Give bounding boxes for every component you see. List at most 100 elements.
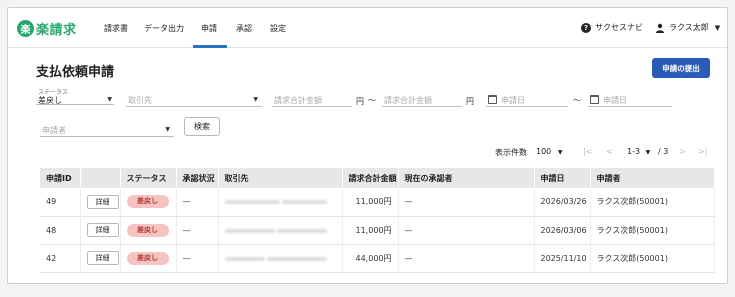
chevron-down-icon: ▼ — [253, 96, 258, 103]
cell-amount: 11,000円 — [342, 188, 399, 217]
chevron-down-icon: ▼ — [557, 149, 563, 156]
status-badge: 差戻し — [126, 251, 169, 265]
per-page-value: 100 — [536, 147, 552, 156]
chevron-down-icon: ▼ — [645, 149, 651, 156]
redacted-text — [282, 200, 328, 205]
submit-application-button[interactable]: 申請の提出 — [652, 58, 710, 78]
logo-mark: 楽 — [17, 20, 34, 37]
status-value: 差戻し — [38, 96, 62, 105]
top-navbar: 楽 楽請求 請求書 データ出力 申請 承認 設定 ? サクセスナビ ラクス太郎 … — [8, 8, 727, 48]
col-header-partner[interactable]: 取引先 — [218, 168, 343, 188]
col-header-amount[interactable]: 請求合計金額 — [342, 168, 399, 188]
redacted-text — [224, 228, 275, 233]
nav-item-application[interactable]: 申請 — [201, 23, 217, 34]
amount-range-separator: 〜 — [368, 96, 376, 105]
cell-date: 2026/03/26 — [534, 188, 591, 217]
status-badge: 差戻し — [126, 223, 169, 237]
cell-applicant: ラクス次郎(50001) — [590, 216, 715, 245]
first-page-button[interactable]: |< — [583, 147, 592, 156]
app-frame: 楽 楽請求 請求書 データ出力 申請 承認 設定 ? サクセスナビ ラクス太郎 … — [7, 7, 728, 284]
table-header-row: 申請ID ステータス 承認状況 取引先 請求合計金額 現在の承認者 申請日 申請… — [40, 168, 715, 188]
cell-partner-redacted — [218, 216, 343, 245]
amount-to-input[interactable]: 請求合計金額 — [382, 92, 462, 107]
logo-text: 楽請求 — [36, 23, 77, 38]
nav-item-invoices[interactable]: 請求書 — [104, 23, 128, 34]
active-tab-indicator — [193, 45, 227, 48]
prev-page-button[interactable]: < — [606, 147, 613, 156]
date-to-input[interactable]: 申請日 — [588, 92, 672, 107]
cell-applicant: ラクス次郎(50001) — [590, 188, 715, 217]
redacted-text — [224, 200, 280, 205]
redacted-text — [267, 256, 328, 261]
date-to-placeholder: 申請日 — [603, 96, 627, 105]
partner-select[interactable]: 取引先 ▼ — [126, 92, 262, 107]
search-button[interactable]: 検索 — [184, 117, 220, 136]
chevron-down-icon: ▼ — [107, 96, 112, 103]
cell-partner-redacted — [218, 244, 343, 273]
page-range: 1-3 — [627, 147, 641, 156]
col-header-date[interactable]: 申請日 — [534, 168, 591, 188]
page-title: 支払依頼申請 — [36, 65, 115, 80]
amount-unit-from: 円 — [356, 97, 364, 106]
next-page-button[interactable]: > — [679, 147, 686, 156]
last-page-button[interactable]: >| — [698, 147, 707, 156]
date-from-input[interactable]: 申請日 — [486, 92, 568, 107]
table-row: 48 詳細 差戻し — 11,000円 — 2026/03/06 ラクス次郎(5… — [40, 216, 715, 245]
cell-date: 2026/03/06 — [534, 216, 591, 245]
cell-approval: — — [176, 216, 219, 245]
per-page-label: 表示件数 — [495, 148, 527, 157]
nav-item-data-export[interactable]: データ出力 — [144, 23, 184, 34]
cell-approval: — — [176, 188, 219, 217]
detail-button[interactable]: 詳細 — [86, 194, 119, 209]
applications-table: 申請ID ステータス 承認状況 取引先 請求合計金額 現在の承認者 申請日 申請… — [40, 168, 715, 273]
col-header-approver[interactable]: 現在の承認者 — [398, 168, 535, 188]
applicant-placeholder: 申請者 — [42, 126, 66, 135]
applicant-select[interactable]: 申請者 ▼ — [40, 122, 174, 137]
status-select[interactable]: ステータス 差戻し ▼ — [36, 89, 114, 105]
help-icon: ? — [581, 22, 591, 33]
amount-to-placeholder: 請求合計金額 — [384, 96, 432, 105]
amount-from-input[interactable]: 請求合計金額 — [272, 92, 352, 107]
cell-amount: 44,000円 — [342, 244, 399, 273]
cell-approver: — — [398, 244, 535, 273]
col-header-status[interactable]: ステータス — [120, 168, 177, 188]
cell-id: 48 — [40, 216, 81, 245]
success-navi-link[interactable]: ? サクセスナビ — [581, 22, 643, 33]
cell-id: 49 — [40, 188, 81, 217]
success-navi-label: サクセスナビ — [595, 23, 643, 32]
app-logo[interactable]: 楽 楽請求 — [17, 19, 77, 38]
page-total: / 3 — [658, 147, 669, 156]
cell-partner-redacted — [218, 188, 343, 217]
redacted-text — [277, 228, 328, 233]
cell-approver: — — [398, 216, 535, 245]
col-header-detail — [80, 168, 121, 188]
col-header-id[interactable]: 申請ID — [40, 168, 81, 188]
table-row: 49 詳細 差戻し — 11,000円 — 2026/03/26 ラクス次郎(5… — [40, 188, 715, 217]
chevron-down-icon: ▼ — [165, 126, 170, 133]
cell-applicant: ラクス次郎(50001) — [590, 244, 715, 273]
col-header-approval[interactable]: 承認状況 — [176, 168, 219, 188]
cell-id: 42 — [40, 244, 81, 273]
table-row: 42 詳細 差戻し — 44,000円 — 2025/11/10 ラクス次郎(5… — [40, 244, 715, 273]
user-name: ラクス太郎 — [669, 23, 709, 32]
page-range-select[interactable]: 1-3 ▼ — [627, 147, 650, 156]
nav-item-settings[interactable]: 設定 — [270, 23, 286, 34]
col-header-applicant[interactable]: 申請者 — [590, 168, 715, 188]
amount-from-placeholder: 請求合計金額 — [274, 96, 322, 105]
detail-button[interactable]: 詳細 — [86, 251, 119, 265]
date-range-separator: 〜 — [573, 96, 581, 105]
chevron-down-icon: ▼ — [714, 23, 721, 32]
user-menu[interactable]: ラクス太郎 ▼ — [655, 22, 720, 33]
date-from-placeholder: 申請日 — [501, 96, 525, 105]
detail-button[interactable]: 詳細 — [86, 223, 119, 237]
nav-item-approval[interactable]: 承認 — [236, 23, 252, 34]
user-icon — [656, 23, 664, 33]
amount-unit-to: 円 — [466, 97, 474, 106]
per-page-select[interactable]: 100 ▼ — [536, 147, 562, 156]
partner-placeholder: 取引先 — [128, 96, 152, 105]
cell-amount: 11,000円 — [342, 216, 399, 245]
calendar-icon — [590, 95, 599, 104]
redacted-text — [224, 256, 265, 261]
calendar-icon — [488, 95, 497, 104]
cell-date: 2025/11/10 — [534, 244, 591, 273]
